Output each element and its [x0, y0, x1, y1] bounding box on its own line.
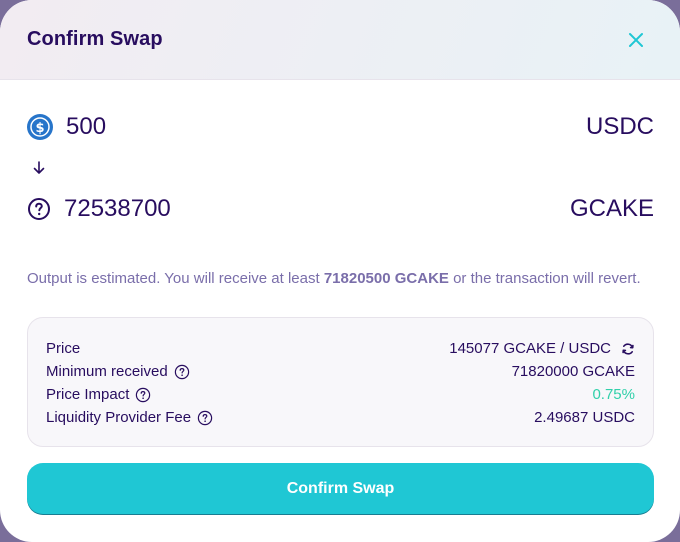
usdc-icon: $	[27, 114, 53, 140]
modal-title: Confirm Swap	[27, 28, 163, 50]
svg-text:$: $	[35, 121, 44, 136]
confirm-swap-modal: Confirm Swap $ 500 USDC 72538700 GCAKE O…	[0, 0, 680, 542]
question-circle-icon	[28, 198, 50, 220]
arrow-down-icon	[33, 161, 45, 174]
estimate-notice: Output is estimated. You will receive at…	[27, 267, 654, 291]
price-label: Price	[46, 340, 81, 357]
close-icon	[629, 32, 643, 47]
estimate-min-amount: 71820500 GCAKE	[323, 270, 449, 287]
price-impact-label: Price Impact	[46, 386, 130, 403]
output-symbol: GCAKE	[569, 195, 654, 222]
invert-price-button[interactable]	[621, 342, 635, 356]
input-symbol: USDC	[585, 113, 654, 140]
estimate-prefix: Output is estimated. You will receive at…	[27, 270, 324, 287]
price-row: Price 145077 GCAKE / USDC	[46, 337, 635, 360]
modal-content: $ 500 USDC 72538700 GCAKE Output is esti…	[0, 107, 680, 515]
input-amount: 500	[66, 113, 107, 140]
price-impact-value: 0.75%	[592, 386, 635, 403]
input-token-row: $ 500 USDC	[27, 107, 654, 147]
close-button[interactable]	[620, 24, 652, 56]
lp-fee-row: Liquidity Provider Fee 2.49687 USDC	[46, 406, 635, 429]
estimate-suffix: or the transaction will revert.	[448, 270, 641, 287]
fee-help-icon[interactable]	[197, 410, 213, 426]
confirm-swap-button[interactable]: Confirm Swap	[27, 463, 654, 515]
minimum-help-icon[interactable]	[174, 364, 190, 380]
output-token-row: 72538700 GCAKE	[27, 189, 654, 229]
output-amount: 72538700	[64, 195, 171, 222]
minimum-received-value: 71820000 GCAKE	[511, 363, 635, 380]
swap-details: Price 145077 GCAKE / USDC Minimum receiv…	[27, 317, 654, 447]
price-value: 145077 GCAKE / USDC	[449, 340, 611, 357]
price-impact-row: Price Impact 0.75%	[46, 383, 635, 406]
swap-direction	[27, 147, 654, 189]
impact-help-icon[interactable]	[135, 387, 151, 403]
minimum-received-label: Minimum received	[46, 363, 168, 380]
modal-header: Confirm Swap	[0, 0, 680, 80]
minimum-received-row: Minimum received 71820000 GCAKE	[46, 360, 635, 383]
lp-fee-value: 2.49687 USDC	[534, 409, 635, 426]
refresh-icon	[622, 342, 634, 355]
lp-fee-label: Liquidity Provider Fee	[46, 409, 192, 426]
